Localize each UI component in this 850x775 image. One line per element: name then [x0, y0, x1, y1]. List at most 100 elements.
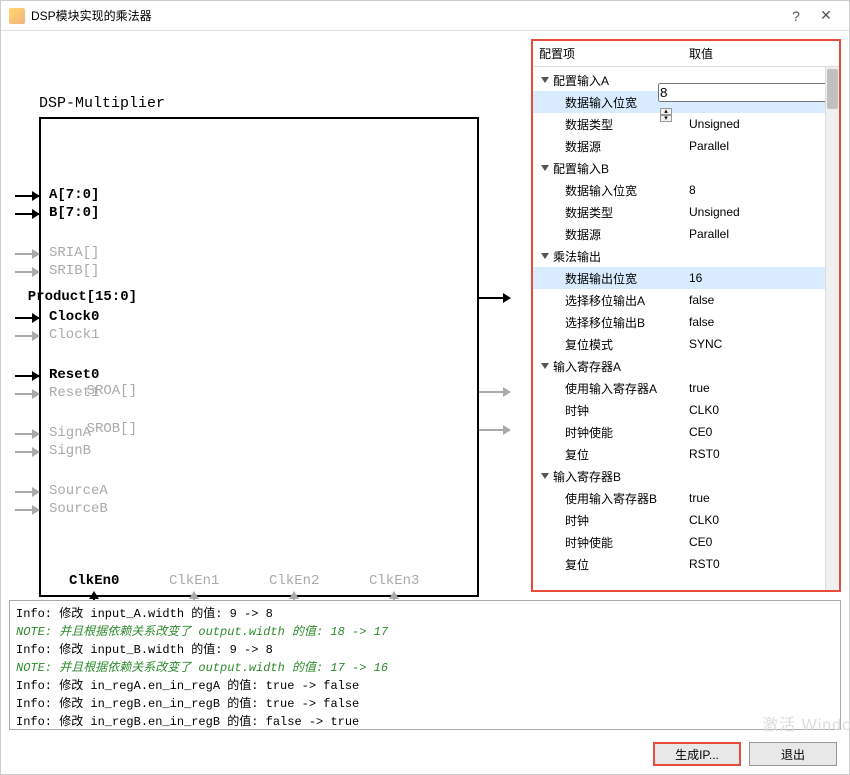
- config-row[interactable]: 使用输入寄存器B true: [533, 487, 839, 509]
- port-left-label: SRIA[]: [49, 245, 99, 261]
- port-arrow-out: [479, 391, 503, 393]
- port-left-label: Clock0: [49, 309, 99, 325]
- config-header: 配置项 取值: [533, 41, 839, 67]
- port-arrow-up: [393, 599, 395, 600]
- port-arrow-up: [93, 599, 95, 600]
- config-row[interactable]: 数据类型Unsigned: [533, 113, 839, 135]
- config-value: false: [689, 293, 714, 307]
- port-bottom-label: ClkEn2: [269, 573, 319, 589]
- config-scrollbar[interactable]: [825, 67, 839, 590]
- config-label: 数据源: [533, 226, 683, 243]
- config-group[interactable]: 输入寄存器B: [533, 465, 839, 487]
- header-prop: 配置项: [533, 45, 683, 62]
- port-arrow-in: [15, 335, 39, 337]
- chevron-down-icon: [541, 473, 549, 479]
- config-row[interactable]: 时钟使能 CE0: [533, 421, 839, 443]
- chevron-down-icon: [541, 253, 549, 259]
- app-icon: [9, 8, 25, 24]
- chevron-down-icon: [541, 77, 549, 83]
- config-row[interactable]: 复位RST0: [533, 553, 839, 575]
- port-left-label: SourceB: [49, 501, 108, 517]
- config-value: CLK0: [689, 513, 719, 527]
- header-val: 取值: [683, 45, 839, 62]
- config-value: CE0: [689, 535, 712, 549]
- port-arrow-in: [15, 433, 39, 435]
- config-value: RST0: [689, 447, 720, 461]
- log-line: NOTE: 并且根据依赖关系改变了 output.width 的值: 18 ->…: [16, 623, 834, 641]
- config-row[interactable]: 复位模式 SYNC: [533, 333, 839, 355]
- config-row[interactable]: 选择移位输出A false: [533, 289, 839, 311]
- log-panel[interactable]: Info: 修改 input_A.width 的值: 9 -> 8NOTE: 并…: [9, 600, 841, 730]
- config-value: CE0: [689, 425, 712, 439]
- config-row[interactable]: 使用输入寄存器Atrue: [533, 377, 839, 399]
- config-row[interactable]: 数据源 Parallel: [533, 223, 839, 245]
- config-row[interactable]: 数据输入位宽 8: [533, 179, 839, 201]
- port-arrow-up: [193, 599, 195, 600]
- config-row[interactable]: 数据输出位宽 16: [533, 267, 839, 289]
- config-label: 时钟: [533, 512, 683, 529]
- config-group[interactable]: 乘法输出: [533, 245, 839, 267]
- port-arrow-up: [293, 599, 295, 600]
- log-line: Info: 修改 input_B.width 的值: 9 -> 8: [16, 641, 834, 659]
- config-row[interactable]: 数据输入位宽▴▾: [533, 91, 839, 113]
- config-label: 使用输入寄存器B: [533, 490, 683, 507]
- config-row[interactable]: 时钟使能 CE0: [533, 531, 839, 553]
- config-panel: 配置项 取值 配置输入A数据输入位宽▴▾数据类型Unsigned数据源Paral…: [531, 39, 841, 592]
- config-label: 数据输入位宽: [533, 94, 652, 111]
- config-label: 时钟使能: [533, 534, 683, 551]
- config-value: SYNC: [689, 337, 722, 351]
- port-right-label: SROA[]: [87, 383, 137, 399]
- port-left-label: SignA: [49, 425, 91, 441]
- config-label: 复位模式: [533, 336, 683, 353]
- port-arrow-in: [15, 253, 39, 255]
- config-label: 时钟使能: [533, 424, 683, 441]
- port-right-label: SROB[]: [87, 421, 137, 437]
- config-row[interactable]: 复位RST0: [533, 443, 839, 465]
- config-row[interactable]: 数据源Parallel: [533, 135, 839, 157]
- port-left-label: SRIB[]: [49, 263, 99, 279]
- config-row[interactable]: 时钟 CLK0: [533, 509, 839, 531]
- config-row[interactable]: 数据类型Unsigned: [533, 201, 839, 223]
- help-button[interactable]: ?: [781, 8, 811, 24]
- group-title: 配置输入A: [553, 72, 609, 89]
- config-value: true: [689, 381, 710, 395]
- port-arrow-in: [15, 509, 39, 511]
- log-line: Info: 修改 input_A.width 的值: 9 -> 8: [16, 605, 834, 623]
- port-left-label: Reset0: [49, 367, 99, 383]
- config-label: 时钟: [533, 402, 683, 419]
- port-arrow-in: [15, 375, 39, 377]
- multiplier-block: [39, 117, 479, 597]
- config-value: 8: [689, 183, 696, 197]
- log-line: Info: 修改 in_regA.en_in_regA 的值: true -> …: [16, 677, 834, 695]
- port-arrow-out: [479, 297, 503, 299]
- port-right-label: Product[15:0]: [28, 289, 137, 305]
- spin-up-icon[interactable]: ▴: [660, 108, 672, 115]
- port-bottom-label: ClkEn1: [169, 573, 219, 589]
- port-bottom-label: ClkEn3: [369, 573, 419, 589]
- config-row[interactable]: 选择移位输出Bfalse: [533, 311, 839, 333]
- config-tree[interactable]: 配置输入A数据输入位宽▴▾数据类型Unsigned数据源Parallel配置输入…: [533, 67, 839, 590]
- config-row[interactable]: 时钟 CLK0: [533, 399, 839, 421]
- config-label: 选择移位输出A: [533, 292, 683, 309]
- config-value: Parallel: [689, 139, 729, 153]
- port-left-label: SignB: [49, 443, 91, 459]
- config-value: Parallel: [689, 227, 729, 241]
- config-value: CLK0: [689, 403, 719, 417]
- port-left-label: SourceA: [49, 483, 108, 499]
- config-value: Unsigned: [689, 205, 740, 219]
- port-arrow-out: [479, 429, 503, 431]
- port-left-label: A[7:0]: [49, 187, 99, 203]
- config-group[interactable]: 配置输入B: [533, 157, 839, 179]
- config-input[interactable]: [658, 83, 839, 102]
- config-group[interactable]: 输入寄存器A: [533, 355, 839, 377]
- port-arrow-in: [15, 393, 39, 395]
- exit-button[interactable]: 退出: [749, 742, 837, 766]
- scroll-thumb[interactable]: [827, 69, 838, 109]
- config-value: 16: [689, 271, 702, 285]
- generate-ip-button[interactable]: 生成IP...: [653, 742, 741, 766]
- config-value: true: [689, 491, 710, 505]
- group-title: 输入寄存器B: [553, 468, 621, 485]
- config-label: 数据输出位宽: [533, 270, 683, 287]
- config-label: 数据输入位宽: [533, 182, 683, 199]
- close-button[interactable]: ✕: [811, 7, 841, 24]
